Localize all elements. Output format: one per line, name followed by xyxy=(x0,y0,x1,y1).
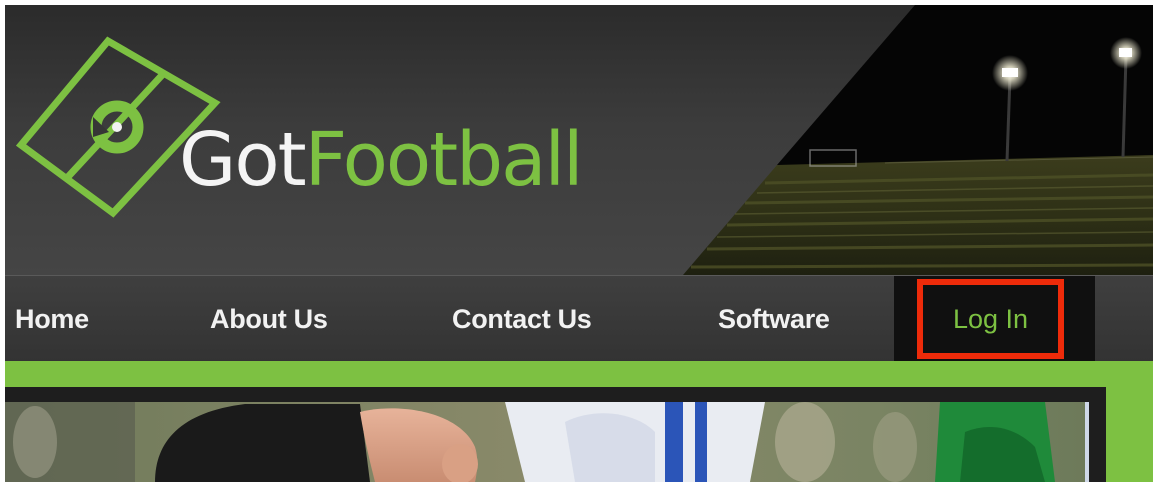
nav-item-home[interactable]: Home xyxy=(15,276,89,362)
main-nav: Home About Us Contact Us Software Log In xyxy=(5,275,1153,362)
site-brand[interactable]: GotFootball xyxy=(179,115,584,205)
login-label: Log In xyxy=(952,303,1029,334)
hero-image xyxy=(5,402,1089,482)
nav-item-about-us[interactable]: About Us xyxy=(210,276,328,362)
brand-name-football: Football xyxy=(304,117,584,203)
site-header: GotFootball xyxy=(5,5,1153,275)
brand-name-got: Got xyxy=(179,117,307,203)
nav-item-login[interactable]: Log In xyxy=(894,276,1095,362)
nav-item-contact-us[interactable]: Contact Us xyxy=(452,276,592,362)
page: GotFootball Home About Us Contact Us Sof… xyxy=(5,5,1153,482)
nav-item-software[interactable]: Software xyxy=(718,276,830,362)
login-highlight-box[interactable]: Log In xyxy=(917,279,1064,359)
